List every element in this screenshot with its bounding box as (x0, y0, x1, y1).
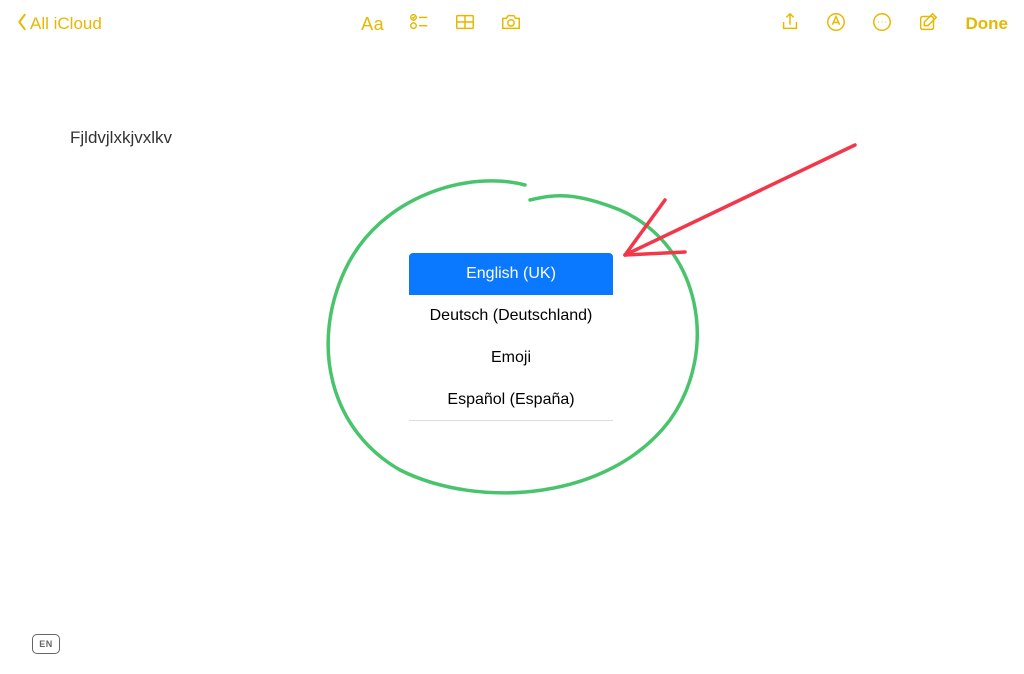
camera-icon (500, 11, 522, 38)
language-item-label: Deutsch (Deutschland) (430, 307, 593, 325)
compose-button[interactable] (914, 10, 942, 38)
share-icon (779, 11, 801, 38)
language-item-english-uk[interactable]: English (UK) (409, 253, 613, 295)
camera-button[interactable] (497, 10, 525, 38)
toolbar-right-group: Done (776, 10, 1015, 38)
language-item-label: Español (España) (447, 391, 574, 409)
markup-icon (825, 11, 847, 38)
annotation-red-arrow (625, 145, 855, 255)
language-item-label: Emoji (491, 349, 531, 367)
annotation-red-arrowhead-2 (625, 252, 685, 255)
annotation-red-arrowhead-1 (625, 200, 665, 255)
language-item-label: English (UK) (466, 265, 556, 283)
back-label: All iCloud (30, 14, 102, 34)
language-menu: English (UK) Deutsch (Deutschland) Emoji… (409, 253, 613, 421)
chevron-left-icon (16, 13, 28, 36)
toolbar: All iCloud Aa (0, 0, 1024, 48)
checklist-button[interactable] (405, 10, 433, 38)
text-format-icon: Aa (361, 14, 384, 35)
done-button[interactable]: Done (960, 10, 1015, 38)
note-text: Fjldvjlxkjvxlkv (70, 128, 172, 147)
language-item-emoji[interactable]: Emoji (409, 337, 613, 379)
keyboard-language-indicator[interactable]: EN (32, 634, 60, 654)
back-button[interactable]: All iCloud (10, 9, 108, 40)
note-body[interactable]: Fjldvjlxkjvxlkv (0, 48, 1024, 148)
compose-icon (917, 11, 939, 38)
more-button[interactable] (868, 10, 896, 38)
markup-button[interactable] (822, 10, 850, 38)
language-item-deutsch[interactable]: Deutsch (Deutschland) (409, 295, 613, 337)
toolbar-center-group: Aa (359, 10, 525, 38)
table-icon (454, 11, 476, 38)
checklist-icon (408, 11, 430, 38)
format-button[interactable]: Aa (359, 10, 387, 38)
table-button[interactable] (451, 10, 479, 38)
ellipsis-circle-icon (871, 11, 893, 38)
language-item-espanol[interactable]: Español (España) (409, 379, 613, 421)
share-button[interactable] (776, 10, 804, 38)
